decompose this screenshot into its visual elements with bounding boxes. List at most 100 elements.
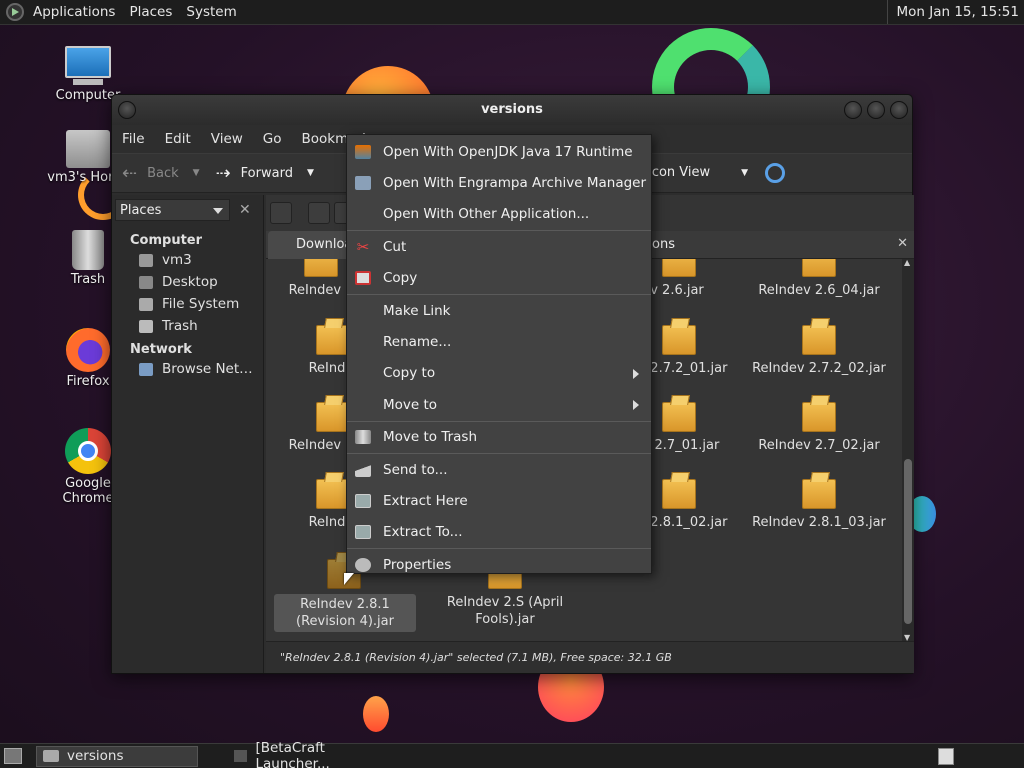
trash-icon — [355, 430, 371, 445]
menu-file[interactable]: File — [112, 131, 155, 147]
desktop-icon-label: Trash — [70, 272, 106, 287]
sidebar-item-desktop[interactable]: Desktop — [112, 270, 263, 292]
menu-edit[interactable]: Edit — [155, 131, 201, 147]
jar-file-icon — [662, 479, 696, 509]
menu-item-open-with-engrampa[interactable]: Open With Engrampa Archive Manager — [347, 167, 651, 198]
menu-item-make-link[interactable]: Make Link — [347, 295, 651, 326]
menu-item-properties[interactable]: Properties — [347, 549, 651, 580]
app-window-icon — [234, 750, 248, 762]
menu-item-open-with-other[interactable]: Open With Other Application... — [347, 199, 651, 230]
menu-view[interactable]: View — [201, 131, 253, 147]
desktop-icon — [139, 275, 153, 289]
copy-icon — [355, 271, 371, 286]
sidebar-item-browse-network[interactable]: Browse Net… — [112, 357, 263, 379]
archive-manager-icon — [355, 176, 371, 191]
forward-button[interactable]: ⇢ Forward ▼ — [216, 163, 314, 184]
sidebar-item-filesystem[interactable]: File System — [112, 292, 263, 314]
view-mode-combo[interactable]: Icon View ▼ — [648, 165, 748, 180]
menu-item-send-to[interactable]: Send to... — [347, 454, 651, 485]
desktop-icon-label: Google Chrome — [62, 476, 114, 506]
jar-file-icon — [662, 402, 696, 432]
menu-item-copy[interactable]: Copy — [347, 263, 651, 294]
file-item[interactable]: ReIndev 2.8.1_03.jar — [744, 479, 894, 531]
jar-file-icon — [802, 479, 836, 509]
menu-go[interactable]: Go — [253, 131, 292, 147]
jar-file-icon — [802, 259, 836, 277]
minimize-button[interactable] — [844, 101, 862, 119]
jar-file-icon — [662, 325, 696, 355]
selected-file-label: ReIndev 2.8.1 (Revision 4).jar — [274, 594, 416, 632]
file-item[interactable]: ReIndev 2.6_04.jar — [744, 259, 894, 299]
task-betacraft[interactable]: [BetaCraft Launcher... — [228, 740, 398, 768]
sidebar-selector[interactable]: Places — [115, 199, 230, 221]
close-tab-icon[interactable]: ✕ — [897, 236, 908, 251]
workspace-switcher[interactable] — [938, 748, 954, 765]
sidebar-item-vm3[interactable]: vm3 — [112, 248, 263, 270]
close-sidebar-icon[interactable]: ✕ — [239, 202, 251, 218]
window-menu-icon[interactable] — [118, 101, 136, 119]
jar-file-icon — [802, 402, 836, 432]
search-icon[interactable] — [765, 163, 785, 183]
menu-item-rename[interactable]: Rename... — [347, 326, 651, 357]
mouse-pointer-icon — [344, 573, 354, 585]
properties-icon — [355, 557, 371, 572]
chrome-icon — [65, 428, 111, 474]
sidebar-section-computer: Computer — [130, 233, 203, 248]
menu-item-move-to[interactable]: Move to — [347, 389, 651, 420]
panel-clock[interactable]: Mon Jan 15, 15:51 — [887, 0, 1024, 24]
send-icon — [355, 462, 371, 477]
menu-item-extract-here[interactable]: Extract Here — [347, 485, 651, 516]
forward-label: Forward — [240, 165, 293, 181]
submenu-arrow-icon — [633, 400, 639, 411]
back-button[interactable]: ⇠ Back ▼ — [122, 163, 200, 184]
trash-icon — [139, 319, 153, 333]
system-menu[interactable]: System — [181, 4, 241, 20]
firefox-icon — [66, 328, 110, 372]
scroll-up-icon[interactable]: ▲ — [904, 258, 910, 267]
menu-item-move-to-trash[interactable]: Move to Trash — [347, 422, 651, 453]
places-menu[interactable]: Places — [124, 4, 177, 20]
mate-logo-icon[interactable] — [6, 3, 24, 21]
menu-item-open-with-java[interactable]: Open With OpenJDK Java 17 Runtime — [347, 136, 651, 167]
task-versions[interactable]: versions — [36, 745, 198, 767]
menu-item-extract-to[interactable]: Extract To... — [347, 517, 651, 548]
tab-downloads[interactable]: Downloa — [268, 231, 356, 259]
jar-file-icon — [304, 259, 338, 277]
submenu-arrow-icon — [633, 368, 639, 379]
chevron-down-icon: ▼ — [741, 167, 748, 178]
vertical-scrollbar[interactable]: ▲ ▼ — [902, 258, 914, 642]
show-desktop-icon[interactable] — [4, 748, 22, 764]
view-mode-label: Icon View — [648, 165, 711, 180]
trash-icon — [72, 230, 104, 270]
folder-icon — [43, 750, 59, 762]
file-item[interactable]: ReIndev 2.7.2_02.jar — [744, 325, 894, 377]
forward-arrow-icon: ⇢ — [215, 162, 231, 184]
path-left-button[interactable] — [308, 202, 330, 224]
network-icon — [139, 362, 153, 376]
wallpaper-small-orb — [363, 696, 389, 732]
forward-dropdown-icon: ▼ — [306, 168, 314, 178]
close-button[interactable] — [890, 101, 908, 119]
desktop-icon-label: Firefox — [66, 374, 110, 389]
status-bar: "ReIndev 2.8.1 (Revision 4).jar" selecte… — [266, 641, 914, 673]
menu-item-copy-to[interactable]: Copy to — [347, 358, 651, 389]
applications-menu[interactable]: Applications — [28, 4, 120, 20]
scrollbar-thumb[interactable] — [904, 459, 912, 624]
maximize-button[interactable] — [867, 101, 885, 119]
bottom-panel: versions [BetaCraft Launcher... — [0, 740, 1024, 768]
window-title: versions — [481, 102, 543, 117]
extract-icon — [355, 493, 371, 508]
file-item[interactable]: ReIndev 2.7_02.jar — [744, 402, 894, 454]
window-titlebar[interactable]: versions — [112, 95, 912, 125]
tab-versions-label[interactable]: ons — [652, 237, 675, 252]
java-icon — [355, 144, 371, 159]
jar-file-icon — [316, 402, 350, 432]
menu-item-cut[interactable]: ✂ Cut — [347, 231, 651, 262]
cut-icon: ✂ — [356, 237, 370, 256]
jar-file-icon — [662, 259, 696, 277]
drive-icon — [139, 297, 153, 311]
context-menu: Open With OpenJDK Java 17 Runtime Open W… — [346, 134, 652, 574]
edit-location-button[interactable] — [270, 202, 292, 224]
sidebar-item-trash[interactable]: Trash — [112, 314, 263, 336]
jar-file-icon — [316, 479, 350, 509]
